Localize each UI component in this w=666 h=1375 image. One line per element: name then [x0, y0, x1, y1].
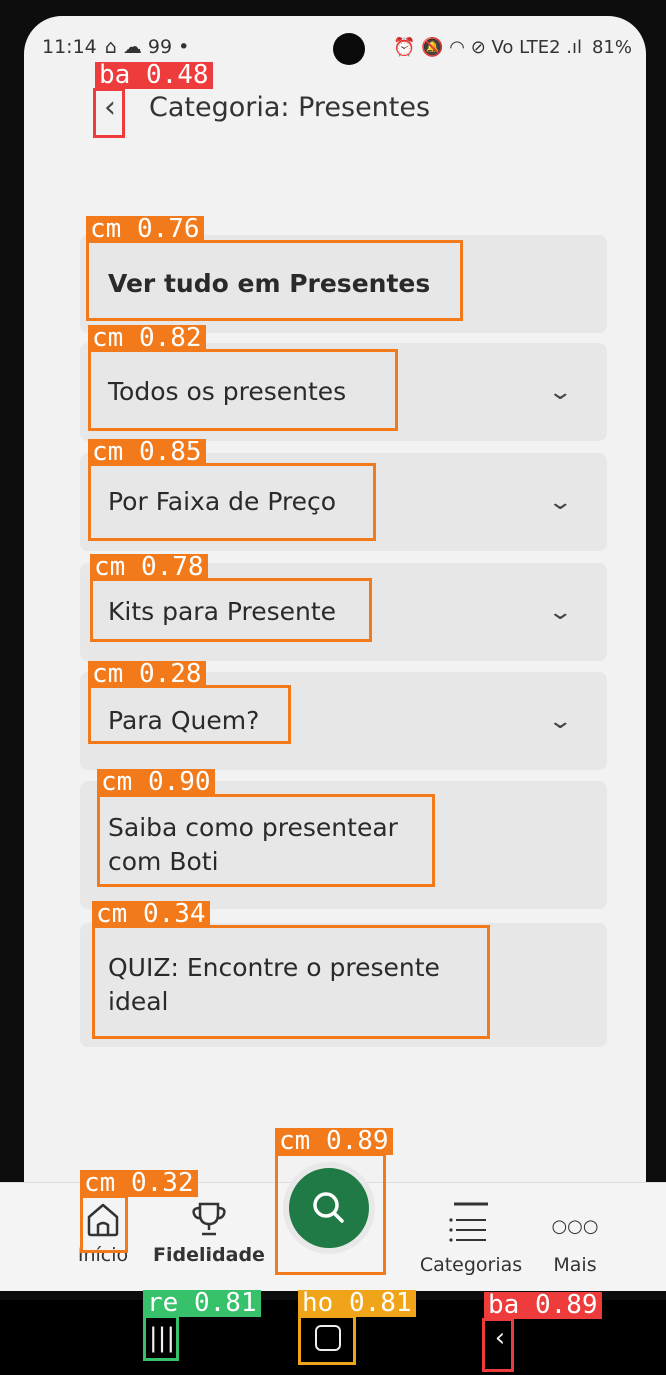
battery-level: 81%	[591, 36, 632, 58]
nav-mais-label: Mais	[553, 1254, 597, 1276]
front-camera	[333, 33, 365, 65]
menu-item-label: Todos os presentes	[108, 377, 347, 407]
trophy-icon	[150, 1200, 268, 1244]
page-header: ‹ Categoria: Presentes	[95, 90, 430, 125]
menu-item-para-quem[interactable]: Para Quem? ⌄	[80, 672, 607, 770]
search-icon	[313, 1192, 344, 1223]
nav-fidelidade[interactable]: Fidelidade	[150, 1200, 268, 1266]
menu-item-quiz[interactable]: QUIZ: Encontre o presente ideal	[80, 923, 607, 1047]
home-system-icon[interactable]	[310, 1320, 346, 1356]
nav-categorias[interactable]: Categorias	[410, 1200, 532, 1276]
menu-item-label: Ver tudo em Presentes	[108, 269, 431, 299]
menu-item-todos-os-presentes[interactable]: Todos os presentes ⌄	[80, 343, 607, 441]
search-button[interactable]	[283, 1162, 375, 1254]
back-icon[interactable]: ‹	[95, 90, 125, 125]
nav-categorias-label: Categorias	[419, 1254, 523, 1276]
chevron-down-icon: ⌄	[546, 599, 573, 625]
status-right-icons: ⏰ 🔕 ◠ ⊘ Vo LTE2 .ıl	[393, 36, 582, 58]
nav-inicio-label: Início	[77, 1244, 129, 1266]
nav-inicio[interactable]: Início	[72, 1200, 134, 1266]
status-time: 11:14	[42, 36, 97, 58]
status-left-icons: ⌂ ☁ 99 •	[104, 36, 190, 58]
page-title: Categoria: Presentes	[149, 92, 431, 123]
menu-item-kits[interactable]: Kits para Presente ⌄	[80, 563, 607, 661]
menu-item-saiba-presentear[interactable]: Saiba como presentear com Boti	[80, 781, 607, 909]
menu-item-label: Kits para Presente	[108, 597, 337, 627]
home-icon	[72, 1200, 134, 1244]
menu-item-label: Para Quem?	[108, 706, 260, 736]
back-system-icon[interactable]: ‹	[482, 1320, 518, 1356]
menu-item-faixa-de-preco[interactable]: Por Faixa de Preço ⌄	[80, 453, 607, 551]
more-dots-icon: ○○○	[551, 1216, 599, 1237]
menu-item-label: Por Faixa de Preço	[108, 487, 337, 517]
chevron-down-icon: ⌄	[546, 379, 573, 405]
menu-item-label: Saiba como presentear com Boti	[108, 813, 398, 876]
list-icon	[410, 1200, 532, 1254]
nav-fidelidade-label: Fidelidade	[153, 1244, 265, 1266]
menu-item-label: QUIZ: Encontre o presente ideal	[108, 953, 440, 1016]
chevron-down-icon: ⌄	[546, 708, 573, 734]
menu-item-ver-tudo[interactable]: Ver tudo em Presentes	[80, 235, 607, 333]
recents-icon[interactable]: |||	[144, 1320, 180, 1356]
chevron-down-icon: ⌄	[546, 489, 573, 515]
nav-mais[interactable]: ○○○ Mais	[546, 1200, 604, 1276]
